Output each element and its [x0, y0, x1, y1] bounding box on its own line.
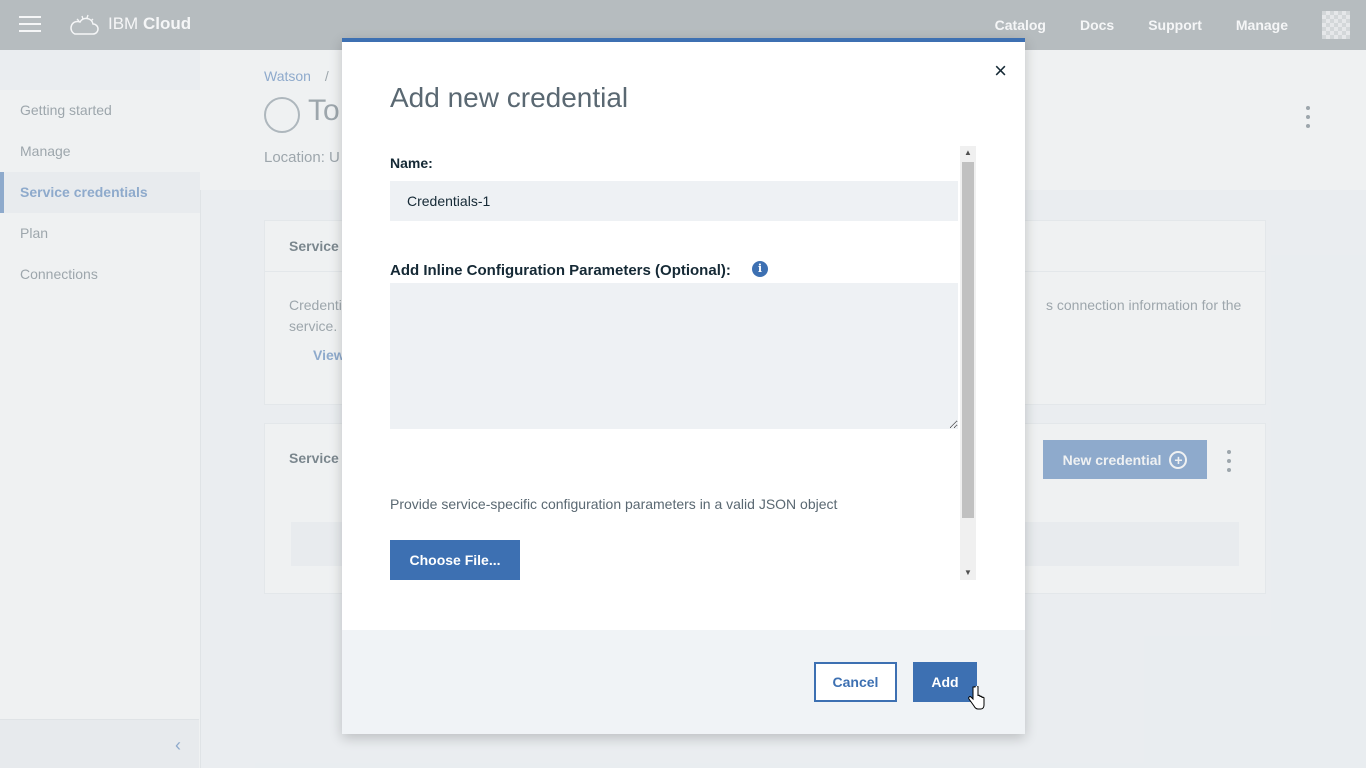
close-icon[interactable]: ×	[994, 58, 1007, 84]
cancel-button[interactable]: Cancel	[814, 662, 897, 702]
params-label: Add Inline Configuration Parameters (Opt…	[390, 262, 731, 279]
scrollbar-thumb[interactable]	[962, 162, 974, 518]
choose-file-button[interactable]: Choose File...	[390, 540, 520, 580]
modal-scrollbar[interactable]: ▲ ▼	[960, 146, 976, 580]
modal-body: Name: Add Inline Configuration Parameter…	[390, 146, 977, 580]
add-credential-modal: × Add new credential Name: Add Inline Co…	[342, 38, 1025, 734]
scroll-up-arrow-icon[interactable]: ▲	[960, 146, 976, 160]
modal-title: Add new credential	[390, 82, 629, 113]
name-label: Name:	[390, 155, 433, 171]
params-textarea[interactable]	[390, 283, 958, 429]
name-input[interactable]	[390, 181, 958, 221]
modal-footer: Cancel Add	[342, 630, 1025, 734]
scroll-down-arrow-icon[interactable]: ▼	[960, 566, 976, 580]
helper-text: Provide service-specific configuration p…	[390, 496, 838, 512]
info-icon[interactable]: i	[752, 261, 768, 277]
hand-cursor-icon	[968, 686, 985, 710]
